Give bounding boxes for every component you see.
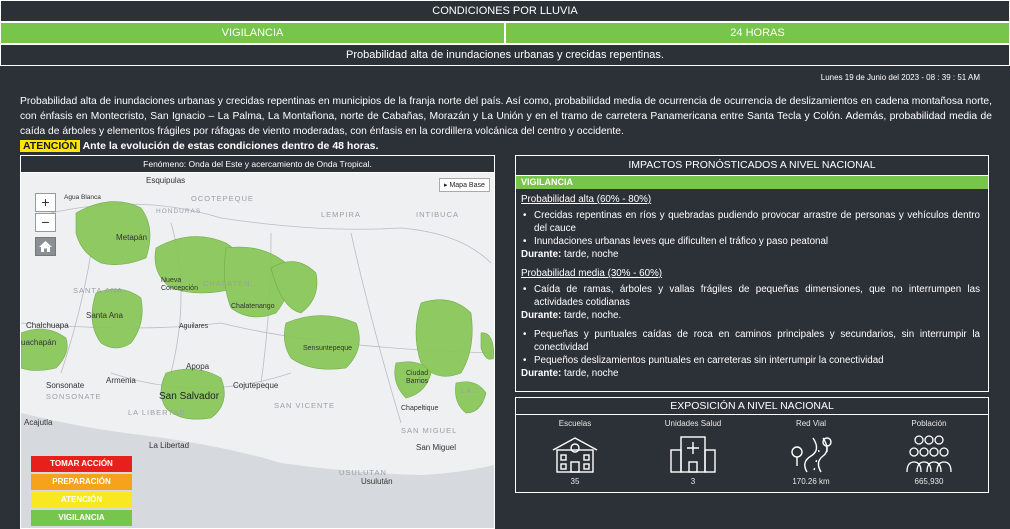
population-icon <box>906 435 952 473</box>
map-label-la-libertad: La Libertad <box>149 441 190 450</box>
hospital-icon <box>670 436 716 473</box>
exposure-grid: Escuelas 35 Unidades Salud 3 Red Vial 17… <box>516 415 988 486</box>
map-label-ciudad-barrios: Ciudad Barrios <box>406 370 429 385</box>
exposure-label: Población <box>911 419 947 428</box>
exposure-value: 665,930 <box>914 477 944 486</box>
map-label-san-miguel: San Miguel <box>416 443 457 452</box>
map-label-san-salvador: San Salvador <box>159 391 220 402</box>
list-item: Crecidas repentinas en ríos y quebradas … <box>521 209 980 235</box>
medium-probability-list-1: Caída de ramas, árboles y vallas frágile… <box>521 283 980 309</box>
zoom-out-button[interactable]: − <box>35 213 56 232</box>
alert-level-row: VIGILANCIA 24 HORAS <box>0 22 1010 44</box>
impacts-title: IMPACTOS PRONÓSTICADOS A NIVEL NACIONAL <box>516 156 988 176</box>
map-caption: Fenómeno: Onda del Este y acercamiento d… <box>21 156 494 173</box>
legend-item-vigilancia: VIGILANCIA <box>31 510 132 526</box>
legend-item-tomar-accion: TOMAR ACCIÓN <box>31 456 132 472</box>
map-label-usulutan: Usulután <box>361 477 393 486</box>
map-label-la-libertad-dept: LA LIBERTAD <box>128 408 186 417</box>
map-label-chapeltique: Chapeltique <box>401 405 439 412</box>
exposure-population: Población 665,930 <box>870 419 988 486</box>
exposure-schools: Escuelas 35 <box>516 419 634 486</box>
timing-label: Durante: <box>521 368 562 379</box>
map-label-san-miguel-dept: SAN MIGUEL <box>401 426 458 435</box>
high-probability-heading: Probabilidad alta (60% - 80%) <box>521 194 652 205</box>
exposure-value: 3 <box>690 477 696 486</box>
list-item: Caída de ramas, árboles y vallas frágile… <box>521 283 980 309</box>
map-label-nueva-concepcion: Nueva Concepción <box>161 277 198 292</box>
map-label-san-vicente-dept: SAN VICENTE <box>274 401 336 410</box>
medium-probability-timing-1: Durante: tarde, noche. <box>521 309 980 322</box>
map-label-usulutan-dept: USULUTAN <box>339 468 387 477</box>
page-title: CONDICIONES POR LLUVIA <box>0 0 1010 22</box>
timing-label: Durante: <box>521 310 562 321</box>
impacts-level-badge: VIGILANCIA <box>516 176 988 189</box>
map-label-chalatenango: Chalatenango <box>231 303 275 310</box>
school-icon <box>552 437 598 473</box>
map-label-santa-ana: Santa Ana <box>86 311 123 320</box>
map-label-lempira: LEMPIRA <box>321 210 361 219</box>
map-label-agua-blanca: Agua Blanca <box>64 194 101 201</box>
legend-item-atencion: ATENCIÓN <box>31 492 132 508</box>
impacts-panel: IMPACTOS PRONÓSTICADOS A NIVEL NACIONAL … <box>515 155 989 392</box>
home-icon <box>39 241 52 252</box>
list-item: Pequeñas y puntuales caídas de roca en c… <box>521 328 980 354</box>
map-label-sonsonate: Sonsonate <box>46 381 85 390</box>
map-label-apopa: Apopa <box>186 362 210 371</box>
alert-summary: Probabilidad alta de inundaciones urbana… <box>0 44 1010 66</box>
exposure-value: 170.26 km <box>792 477 830 486</box>
map-label-armenia: Armenia <box>106 376 136 385</box>
timing-value: tarde, noche <box>561 368 619 379</box>
timing-label: Durante: <box>521 249 562 260</box>
map-label-esquipulas: Esquipulas <box>146 176 186 185</box>
attention-notice: ATENCIÓN Ante la evolución de estas cond… <box>20 140 378 152</box>
medium-probability-heading: Probabilidad media (30% - 60%) <box>521 268 663 279</box>
exposure-label: Escuelas <box>558 419 592 428</box>
exposure-label: Red Vial <box>795 419 827 428</box>
road-icon <box>791 437 832 473</box>
list-item: Pequeños deslizamientos puntuales en car… <box>521 354 980 367</box>
map-label-metapan: Metapán <box>116 233 148 242</box>
home-button[interactable] <box>35 237 56 256</box>
zoom-in-button[interactable]: + <box>35 193 56 212</box>
impacts-body: Probabilidad alta (60% - 80%) Crecidas r… <box>516 189 988 380</box>
map-label-la-union-dept: LA... <box>461 386 482 395</box>
map-label-honduras: HONDURAS <box>156 208 202 215</box>
map-label-ocotepeque: OCOTEPEQUE <box>191 194 254 203</box>
attention-badge: ATENCIÓN <box>20 140 81 152</box>
map-label-acajutla: Acajutla <box>24 418 53 427</box>
exposure-panel: EXPOSICIÓN A NIVEL NACIONAL Escuelas 35 … <box>515 397 989 493</box>
map-label-chalatenango-dept: CHALATEN... <box>203 279 260 288</box>
attention-text: Ante la evolución de estas condiciones d… <box>82 140 379 152</box>
map-label-cojutepeque: Cojutepeque <box>233 381 279 390</box>
warning-map[interactable]: Esquipulas Agua Blanca OCOTEPEQUE HONDUR… <box>21 173 494 528</box>
exposure-value: 35 <box>570 477 580 486</box>
map-legend: TOMAR ACCIÓN PREPARACIÓN ATENCIÓN VIGILA… <box>31 456 132 528</box>
legend-item-preparacion: PREPARACIÓN <box>31 474 132 490</box>
alert-level-label: VIGILANCIA <box>0 22 505 44</box>
map-label-intibuca: INTIBUCA <box>416 210 460 219</box>
medium-probability-list-2: Pequeñas y puntuales caídas de roca en c… <box>521 328 980 367</box>
high-probability-list: Crecidas repentinas en ríos y quebradas … <box>521 209 980 248</box>
map-panel: Fenómeno: Onda del Este y acercamiento d… <box>20 155 495 529</box>
alert-period-label: 24 HORAS <box>505 22 1010 44</box>
map-label-sensuntepeque: Sensuntepeque <box>303 345 353 352</box>
high-probability-timing: Durante: tarde, noche <box>521 248 980 261</box>
map-label-ahuachapan: uachapán <box>21 338 57 347</box>
timing-value: tarde, noche <box>561 249 619 260</box>
list-item: Inundaciones urbanas leves que dificulte… <box>521 235 980 248</box>
map-label-sonsonate-dept: SONSONATE <box>46 392 102 401</box>
exposure-label: Unidades Salud <box>664 419 722 428</box>
exposure-title: EXPOSICIÓN A NIVEL NACIONAL <box>516 398 988 415</box>
medium-probability-timing-2: Durante: tarde, noche <box>521 367 980 380</box>
exposure-health-units: Unidades Salud 3 <box>634 419 752 486</box>
forecast-description: Probabilidad alta de inundaciones urbana… <box>20 96 992 137</box>
basemap-button[interactable]: ▸ Mapa Base <box>439 178 490 192</box>
map-label-chalchuapa: Chalchuapa <box>26 321 69 330</box>
map-label-santa-ana-dept: SANTA ANA <box>73 286 124 295</box>
timing-value: tarde, noche. <box>561 310 622 321</box>
map-label-aguilares: Aguilares <box>179 323 209 330</box>
timestamp: Lunes 19 de Junio del 2023 - 08 : 39 : 5… <box>820 73 980 82</box>
exposure-road-network: Red Vial 170.26 km <box>752 419 870 486</box>
